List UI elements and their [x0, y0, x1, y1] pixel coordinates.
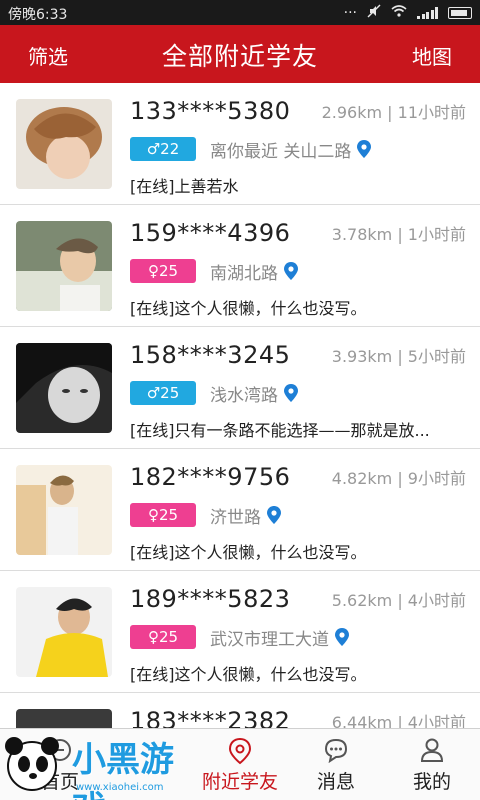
app-header: 筛选 全部附近学友 地图: [0, 25, 480, 83]
distance-time: 3.93km | 5小时前: [331, 347, 466, 366]
user-phone: 133****5380: [130, 97, 291, 125]
location-text: 济世路: [210, 507, 261, 528]
avatar[interactable]: [16, 465, 112, 555]
mute-icon: [367, 4, 381, 22]
page-title: 全部附近学友: [161, 42, 318, 71]
user-phone: 182****9756: [130, 463, 291, 491]
distance-time: 3.78km | 1小时前: [331, 225, 466, 244]
list-item[interactable]: 189****5823 5.62km | 4小时前 ♀25 武汉市理工大道 [在…: [0, 571, 480, 693]
status-message: [在线]这个人很懒，什么也没写。: [130, 665, 367, 684]
map-button[interactable]: 地图: [412, 41, 452, 70]
tab-label: 首页: [40, 771, 79, 793]
status-icons: ···: [344, 4, 472, 22]
status-message: [在线]只有一条路不能选择——那就是放...: [130, 421, 430, 440]
list-item[interactable]: 158****3245 3.93km | 5小时前 ♂25 浅水湾路 [在线]只…: [0, 327, 480, 449]
list-item[interactable]: 182****9756 4.82km | 9小时前 ♀25 济世路 [在线]这个…: [0, 449, 480, 571]
location-text: 浅水湾路: [210, 385, 278, 406]
tab-home[interactable]: 首页: [0, 729, 120, 800]
status-message: [在线]这个人很懒，什么也没写。: [130, 299, 367, 318]
location-pin-icon: [335, 628, 349, 646]
avatar[interactable]: [16, 709, 112, 728]
gender-age-badge: ♀25: [130, 259, 196, 283]
location-text: 武汉市理工大道: [210, 629, 329, 650]
list-item[interactable]: 183****2382 6.44km | 4小时前: [0, 693, 480, 728]
avatar[interactable]: [16, 587, 112, 677]
avatar[interactable]: [16, 221, 112, 311]
status-message: [在线]这个人很懒，什么也没写。: [130, 543, 367, 562]
gender-age-badge: ♂22: [130, 137, 196, 161]
location-pin-icon: [357, 140, 372, 158]
signal-icon: [417, 7, 438, 19]
location-pin-icon: [228, 737, 252, 765]
user-icon: [420, 738, 444, 762]
gender-age-badge: ♀25: [130, 503, 196, 527]
location-pin-icon: [284, 262, 298, 280]
status-time: 傍晚6:33: [8, 7, 68, 23]
more-dots-icon: ···: [343, 5, 357, 21]
tab-me[interactable]: 我的: [372, 729, 480, 800]
wifi-icon: [391, 5, 407, 21]
gender-age-badge: ♂25: [130, 381, 196, 405]
list-item[interactable]: 133****5380 2.96km | 11小时前 ♂22 离你最近 关山二路…: [0, 83, 480, 205]
location-text: 离你最近 关山二路: [210, 141, 352, 162]
distance-time: 5.62km | 4小时前: [331, 591, 466, 610]
distance-time: 6.44km | 4小时前: [331, 713, 466, 728]
avatar[interactable]: [16, 99, 112, 189]
user-phone: 183****2382: [130, 707, 291, 728]
avatar[interactable]: [16, 343, 112, 433]
status-bar: 傍晚6:33 ···: [0, 0, 480, 25]
list-item[interactable]: 159****4396 3.78km | 1小时前 ♀25 南湖北路 [在线]这…: [0, 205, 480, 327]
gender-age-badge: ♀25: [130, 625, 196, 649]
bottom-tab-bar: 首页 附近学友 消息 我的: [0, 728, 480, 800]
battery-icon: [448, 7, 472, 19]
user-phone: 158****3245: [130, 341, 291, 369]
location-pin-icon: [267, 506, 281, 524]
user-phone: 159****4396: [130, 219, 291, 247]
chat-bubble-icon: [324, 738, 348, 763]
distance-time: 4.82km | 9小时前: [331, 469, 466, 488]
user-phone: 189****5823: [130, 585, 291, 613]
location-pin-icon: [284, 384, 298, 402]
home-icon: [49, 739, 71, 761]
nearby-user-list[interactable]: 133****5380 2.96km | 11小时前 ♂22 离你最近 关山二路…: [0, 83, 480, 728]
tab-label: 我的: [412, 771, 451, 793]
status-message: [在线]上善若水: [130, 177, 239, 196]
distance-time: 2.96km | 11小时前: [321, 103, 466, 122]
location-text: 南湖北路: [210, 263, 278, 284]
